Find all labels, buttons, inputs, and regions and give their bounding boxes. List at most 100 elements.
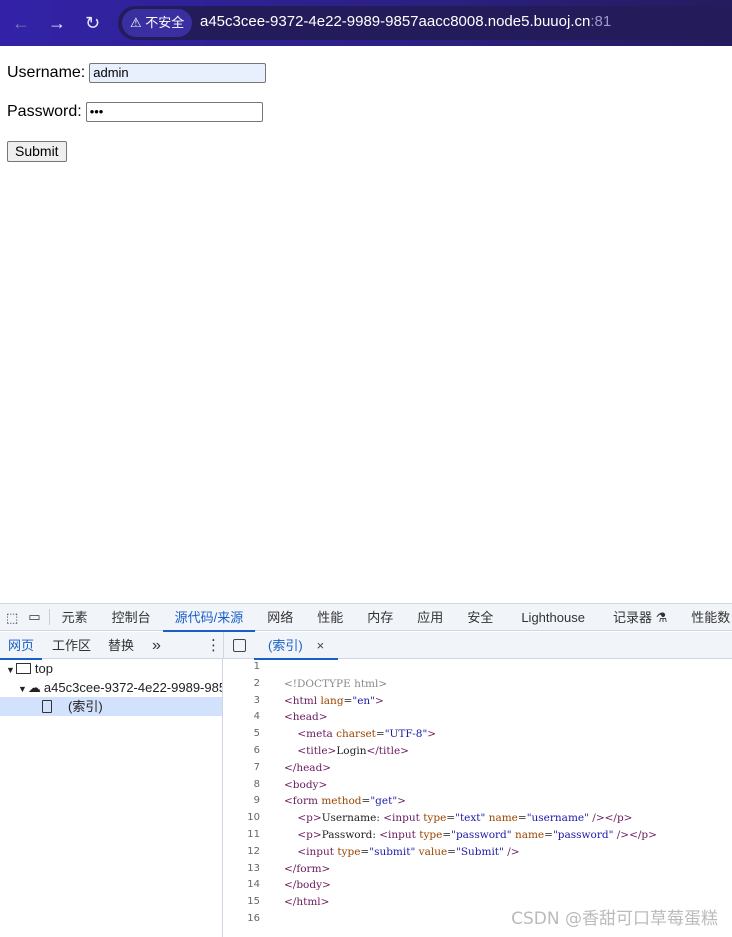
url-port: :81 bbox=[590, 13, 612, 30]
file-tab-index[interactable]: (索引) × bbox=[254, 632, 339, 660]
forward-button[interactable]: → bbox=[48, 12, 66, 34]
tab-network[interactable]: 网络 bbox=[255, 604, 305, 631]
code-line: 6 <title>Login</title> bbox=[224, 743, 732, 760]
code-line: 10 <p>Username: <input type="text" name=… bbox=[224, 810, 732, 827]
code-token: "get" bbox=[370, 795, 398, 808]
code-token: </html> bbox=[284, 896, 330, 909]
code-token: "UTF-8" bbox=[384, 728, 428, 741]
code-token: "password" bbox=[552, 828, 617, 841]
line-number: 1 bbox=[253, 661, 260, 672]
tab-recorder[interactable]: 记录器 ⚗ bbox=[601, 604, 679, 631]
line-number: 11 bbox=[247, 828, 260, 840]
code-token: Password: bbox=[321, 828, 380, 841]
code-line: 8 <body> bbox=[224, 777, 732, 794]
device-toggle-icon[interactable]: ▭ bbox=[24, 609, 50, 625]
reload-button[interactable]: ↻ bbox=[85, 12, 100, 34]
tab-application[interactable]: 应用 bbox=[405, 604, 455, 631]
inspect-icon[interactable]: ⬚ bbox=[0, 604, 24, 631]
code-token: = bbox=[446, 812, 456, 825]
line-number: 2 bbox=[253, 677, 260, 689]
code-token: <input bbox=[383, 812, 424, 825]
code-token: /> bbox=[507, 845, 520, 858]
code-text: <input type="submit" value="Submit" /> bbox=[284, 844, 520, 861]
url-host: a45c3cee-9372-4e22-9989-9857aacc8008.nod… bbox=[200, 13, 591, 30]
code-text: <!DOCTYPE html> bbox=[284, 676, 387, 693]
code-token: > bbox=[375, 694, 384, 707]
code-token: = bbox=[517, 812, 527, 825]
code-token: = bbox=[375, 728, 385, 741]
menu-icon[interactable]: ⋮ bbox=[194, 632, 233, 659]
code-line: 13 </form> bbox=[224, 861, 732, 878]
tree-item-host[interactable]: ▼☁a45c3cee-9372-4e22-9989-9857aacc8008.n… bbox=[0, 678, 222, 697]
code-line: 14 </body> bbox=[224, 877, 732, 894]
login-form: Username: admin Password: ••• Submit bbox=[7, 62, 267, 179]
line-number: 3 bbox=[253, 694, 260, 706]
nav-tab-workspace[interactable]: 工作区 bbox=[44, 632, 99, 659]
tree-item-top[interactable]: ▼ top bbox=[0, 659, 222, 678]
nav-tab-page[interactable]: 网页 bbox=[0, 632, 43, 660]
code-token: <input bbox=[297, 845, 338, 858]
line-number: 15 bbox=[247, 896, 260, 908]
tab-console[interactable]: 控制台 bbox=[100, 604, 163, 631]
code-token: name bbox=[514, 828, 545, 841]
code-line: 4 <head> bbox=[224, 709, 732, 726]
code-token: </title> bbox=[366, 744, 409, 757]
security-chip[interactable]: ⚠ 不安全 bbox=[122, 9, 193, 37]
sources-toolbar: 网页 工作区 替换 » ⋮ (索引) × bbox=[0, 632, 732, 660]
username-input[interactable]: admin bbox=[89, 63, 267, 83]
username-label: Username: bbox=[7, 64, 86, 81]
code-text: <form method="get"> bbox=[284, 793, 406, 810]
code-text: </html> bbox=[284, 894, 329, 911]
code-text: </head> bbox=[284, 760, 331, 777]
code-token: type bbox=[337, 845, 361, 858]
code-text: <p>Password: <input type="password" name… bbox=[284, 827, 657, 844]
tab-performance-insights[interactable]: 性能数 bbox=[679, 604, 732, 631]
code-text: </form> bbox=[284, 861, 330, 878]
tab-security[interactable]: 安全 bbox=[455, 604, 505, 631]
code-token: "en" bbox=[352, 694, 375, 707]
tree-label: top bbox=[34, 661, 53, 676]
line-number: 12 bbox=[247, 845, 260, 857]
code-token: Username: bbox=[321, 812, 384, 825]
tab-lighthouse[interactable]: Lighthouse bbox=[505, 604, 601, 631]
code-token: "Submit" bbox=[455, 845, 508, 858]
code-line: 7 </head> bbox=[224, 760, 732, 777]
tree-item-index[interactable]: (索引) bbox=[0, 697, 222, 716]
submit-button[interactable]: Submit bbox=[7, 140, 67, 162]
code-token: = bbox=[447, 845, 456, 858]
tab-performance[interactable]: 性能 bbox=[305, 604, 355, 631]
tab-memory[interactable]: 内存 bbox=[355, 604, 405, 631]
tab-elements[interactable]: 元素 bbox=[50, 604, 100, 631]
code-token: <body> bbox=[284, 778, 328, 791]
code-token: </form> bbox=[284, 862, 331, 875]
code-line: 3 <html lang="en"> bbox=[224, 693, 732, 710]
close-icon[interactable]: × bbox=[317, 638, 325, 653]
tab-sources[interactable]: 源代码/来源 bbox=[162, 604, 256, 632]
code-text: <meta charset="UTF-8"> bbox=[284, 726, 436, 743]
code-editor[interactable]: 1 2 <!DOCTYPE html> 3 <html lang="en"> 4 <head… bbox=[224, 659, 732, 937]
code-text: <title>Login</title> bbox=[284, 743, 409, 760]
code-token: value bbox=[418, 845, 448, 858]
code-token: name bbox=[488, 812, 518, 825]
line-number: 4 bbox=[253, 711, 260, 723]
cloud-icon: ☁ bbox=[27, 680, 41, 695]
nav-tab-overrides[interactable]: 替换 bbox=[100, 632, 142, 659]
back-button[interactable]: ← bbox=[12, 12, 30, 34]
code-token: > bbox=[397, 795, 406, 808]
toggle-navigator-icon[interactable] bbox=[233, 639, 246, 652]
line-number: 9 bbox=[253, 795, 260, 807]
url-text[interactable]: a45c3cee-9372-4e22-9989-9857aacc8008.nod… bbox=[200, 13, 611, 30]
code-text: <html lang="en"> bbox=[284, 693, 384, 710]
code-line: 12 <input type="submit" value="Submit" /… bbox=[224, 844, 732, 861]
code-token: <p> bbox=[297, 828, 322, 841]
more-tabs-icon[interactable]: » bbox=[140, 632, 173, 659]
line-number: 14 bbox=[247, 879, 260, 891]
watermark: CSDN @香甜可口草莓蛋糕 bbox=[511, 909, 718, 929]
browser-toolbar: ← → ↻ ⚠ 不安全 a45c3cee-9372-4e22-9989-9857… bbox=[0, 0, 732, 46]
line-number: 6 bbox=[253, 744, 260, 756]
password-input[interactable]: ••• bbox=[85, 102, 263, 122]
code-token: method bbox=[321, 795, 362, 808]
